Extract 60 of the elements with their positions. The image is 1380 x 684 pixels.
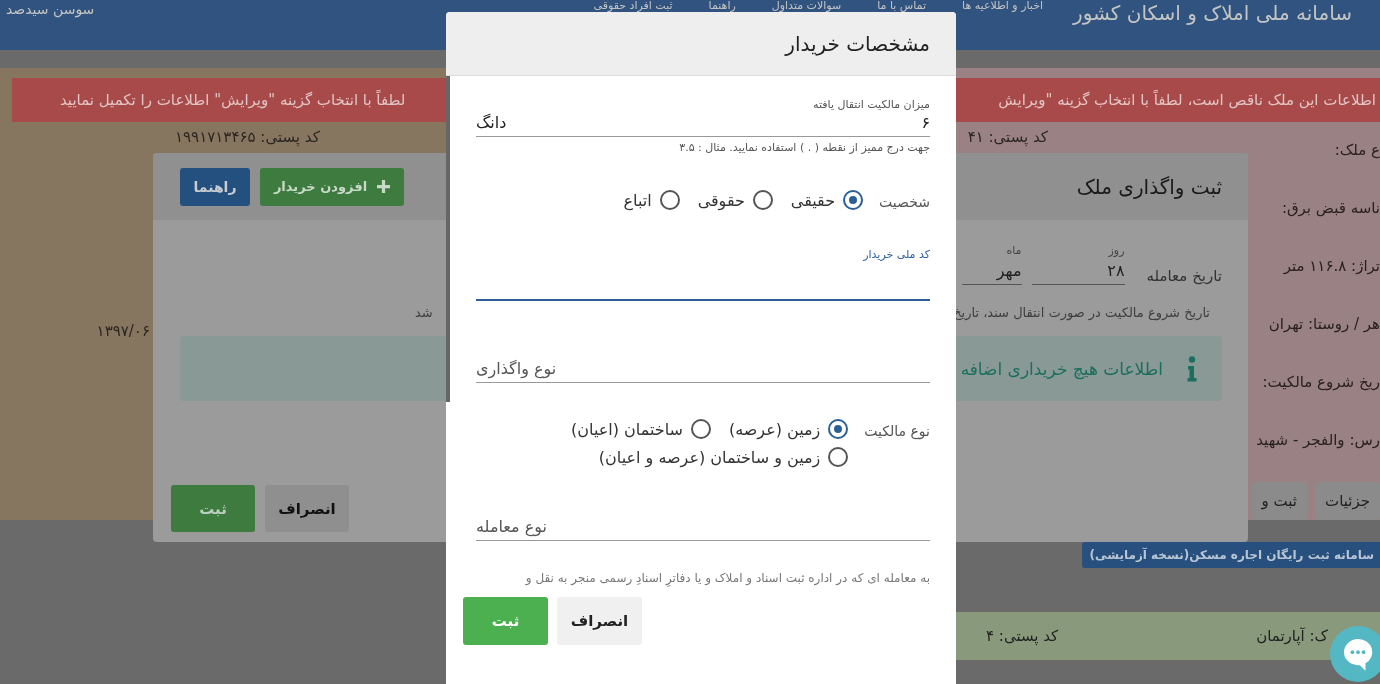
nav-link[interactable]: سوالات متداول: [771, 0, 842, 12]
postal-code: کد پستی: ۴۱: [967, 128, 1048, 146]
rent-system-button[interactable]: سامانه ثبت رایگان اجاره مسکن(نسخه آزمایشی): [1081, 542, 1380, 568]
radio-button[interactable]: [828, 447, 849, 467]
alert-text: اطلاعات این ملک ناقص است، لطفاً با انتخاب گزینه "ویرایش: [998, 91, 1376, 109]
alert-text: لطفاً با انتخاب گزینه "ویرایش" اطلاعات را تکمیل نمایید: [60, 91, 406, 109]
radio-option[interactable]: زمین (عرصه): [728, 419, 849, 439]
radio-button[interactable]: [843, 190, 864, 210]
postal-code: کد پستی: ۱۹۹۱۷۱۳۴۶۵: [175, 128, 320, 146]
input-field[interactable]: نوع واگذاری: [476, 357, 930, 383]
radio-option[interactable]: حقیقی: [790, 190, 864, 210]
radio-button[interactable]: [659, 190, 680, 210]
detail-label: تراژ: ۱۱۶.۸ متر: [1283, 256, 1380, 276]
detail-label: ع ملک:: [1334, 140, 1380, 160]
plus-icon: [377, 180, 391, 193]
user-name[interactable]: سوسن سیدصد: [6, 0, 95, 18]
input-field[interactable]: نوع معامله: [476, 515, 930, 541]
group-label: شخصیت: [879, 193, 930, 212]
dialog-title: ثبت واگذاری ملک: [1076, 174, 1222, 199]
tab-button[interactable]: ثبت و: [1251, 482, 1308, 520]
info-icon: [1187, 355, 1197, 382]
postal-code: کد پستی: ۴: [986, 627, 1059, 645]
nav-link[interactable]: اخبار و اطلاعیه ها: [962, 0, 1043, 12]
tab-button[interactable]: جزئیات: [1315, 482, 1380, 520]
field-label: کد ملی خریدار: [863, 248, 930, 261]
add-buyer-button[interactable]: افزودن خریدار: [260, 167, 404, 206]
detail-label: رس: والفجر - شهید: [1256, 430, 1380, 450]
note-text: شد: [415, 305, 433, 320]
property-type: ک: آپارتمان: [1256, 627, 1328, 645]
nav-link[interactable]: ثبت افراد حقوقی: [593, 0, 673, 12]
detail-label: هر / روستا: تهران: [1268, 314, 1380, 334]
dialog-title: مشخصات خریدار: [785, 31, 930, 56]
hint-text: جهت درج ممیز از نقطه ( . ) استفاده نمایید. مثال : ۳.۵: [679, 141, 930, 154]
cancel-button[interactable]: انصراف: [265, 485, 349, 532]
cancel-button[interactable]: انصراف: [557, 597, 642, 645]
date-field[interactable]: ماه مهر: [961, 244, 1022, 285]
date-text: ۱۳۹۷/۰۶: [96, 322, 150, 340]
input-field[interactable]: ۶ دانگ: [476, 111, 930, 137]
submit-button[interactable]: ثبت: [171, 485, 255, 532]
nav-link[interactable]: تماس با ما: [877, 0, 927, 12]
help-button[interactable]: راهنما: [180, 167, 250, 206]
detail-label: ریخ شروع مالکیت:: [1262, 372, 1380, 392]
nav-link[interactable]: راهنما: [708, 0, 736, 12]
field-label: میزان مالکیت انتقال یافته: [813, 98, 930, 111]
site-title: سامانه ملی املاک و اسکان کشور: [1073, 0, 1352, 26]
radio-button[interactable]: [690, 419, 711, 439]
radio-button[interactable]: [752, 190, 773, 210]
field-label: تاریخ معامله: [1146, 267, 1222, 285]
radio-option[interactable]: حقوقی: [697, 190, 773, 210]
radio-option[interactable]: ساختمان (اعیان): [571, 419, 711, 439]
date-field[interactable]: روز ۲۸: [1031, 244, 1125, 285]
scrollbar[interactable]: [446, 76, 450, 402]
description-text: به معامله ای که در اداره ثبت اسناد و املاک و یا دفاترِ اسنادِ رسمی منجر به نقل و: [524, 571, 930, 585]
info-text: اطلاعات هیچ خریداری اضافه: [960, 358, 1163, 379]
chat-icon[interactable]: [1330, 626, 1380, 682]
radio-button[interactable]: [828, 419, 849, 439]
detail-label: ناسه قبض برق:: [1281, 198, 1380, 218]
radio-option[interactable]: زمین و ساختمان (عرصه و اعیان): [598, 447, 849, 467]
group-label: نوع مالکیت: [864, 422, 930, 442]
radio-option[interactable]: اتباع: [623, 190, 680, 210]
